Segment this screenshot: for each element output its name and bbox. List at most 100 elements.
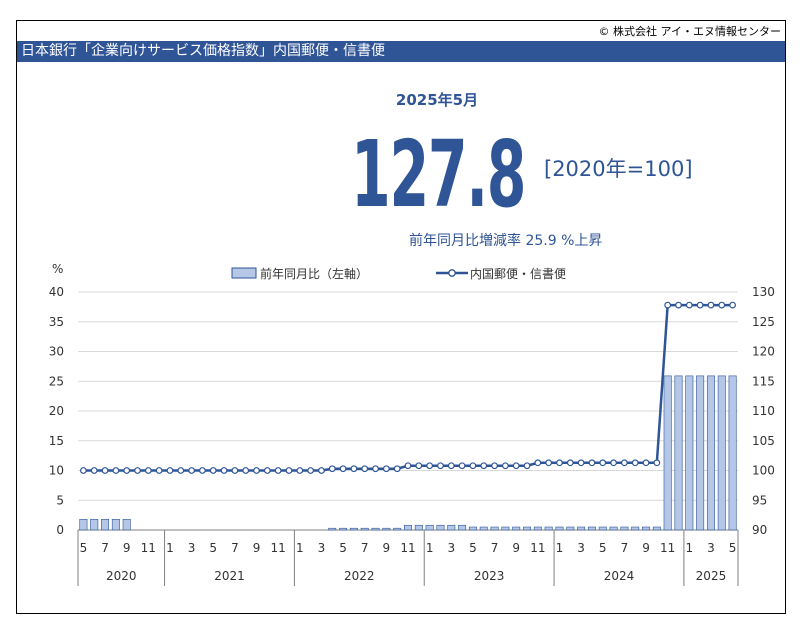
bar: [90, 518, 99, 531]
x-tick-label: 5: [209, 541, 217, 555]
bar: [490, 526, 499, 531]
line-point: [339, 465, 347, 473]
x-tick-label: 5: [729, 541, 737, 555]
bar: [598, 526, 607, 531]
bar: [371, 527, 380, 531]
line-point: [588, 459, 596, 467]
x-tick-label: 5: [80, 541, 88, 555]
bar: [685, 375, 694, 531]
line-point: [437, 462, 444, 470]
legend-line-marker: [448, 269, 456, 277]
line-point: [620, 459, 628, 467]
line-point: [491, 462, 498, 470]
x-tick-label: 9: [383, 541, 391, 555]
line-point: [144, 467, 152, 474]
line-point: [188, 467, 196, 474]
x-tick-label: 3: [188, 541, 196, 555]
bar: [587, 526, 596, 531]
year-label: 2024: [604, 569, 635, 583]
x-tick-label: 11: [141, 541, 156, 555]
line-point: [199, 467, 206, 474]
line-point: [523, 462, 531, 470]
x-tick-label: 5: [599, 541, 607, 555]
year-label: 2023: [474, 569, 505, 583]
x-tick-label: 7: [621, 541, 629, 555]
line-point: [253, 467, 260, 474]
x-tick-label: 9: [253, 541, 261, 555]
line-point: [134, 467, 141, 474]
right-tick-label: 110: [752, 404, 775, 418]
line-point: [685, 301, 693, 309]
x-tick-label: 3: [707, 541, 715, 555]
x-tick-label: 5: [469, 541, 477, 555]
x-tick-label: 1: [556, 541, 564, 555]
x-tick-label: 7: [101, 541, 109, 555]
bar: [620, 526, 629, 531]
bar: [404, 524, 412, 531]
line-point: [209, 467, 217, 474]
line-point: [361, 465, 369, 473]
legend-bar-swatch: [231, 267, 257, 279]
line-point: [90, 467, 98, 474]
line-point: [274, 467, 282, 474]
left-tick-label: 20: [49, 404, 64, 418]
x-tick-label: 3: [318, 541, 326, 555]
bar: [468, 526, 477, 531]
bar: [328, 527, 337, 531]
line-point: [80, 467, 87, 474]
x-tick-label: 11: [660, 541, 675, 555]
line-point: [231, 467, 239, 474]
line-point: [610, 459, 617, 467]
x-tick-label: 11: [400, 541, 415, 555]
bar: [663, 375, 672, 531]
year-label: 2022: [344, 569, 375, 583]
right-tick-label: 105: [752, 434, 775, 448]
x-tick-label: 3: [447, 541, 455, 555]
bar: [479, 526, 488, 531]
bar: [101, 518, 110, 531]
year-label: 2020: [106, 569, 137, 583]
line-point: [664, 301, 672, 309]
line-point: [577, 459, 585, 467]
line-point: [631, 459, 639, 467]
bar: [728, 375, 737, 531]
left-tick-label: 35: [49, 315, 64, 329]
line-point: [220, 467, 228, 474]
line-point: [707, 301, 715, 309]
right-tick-label: 120: [752, 345, 775, 359]
bar: [523, 526, 531, 531]
bar: [447, 524, 456, 531]
line-point: [480, 462, 488, 470]
legend-line-label: 内国郵便・信書便: [470, 267, 566, 281]
line-point: [642, 459, 650, 467]
bar: [349, 527, 358, 531]
right-tick-label: 90: [752, 523, 767, 537]
line-point: [328, 465, 336, 473]
bar: [577, 526, 586, 531]
line-point: [296, 467, 304, 474]
line-point: [101, 467, 109, 474]
bar: [631, 526, 640, 531]
line-point: [718, 301, 726, 309]
line-point: [318, 467, 325, 474]
bar: [717, 375, 726, 531]
line-point: [372, 465, 379, 473]
right-tick-label: 130: [752, 285, 775, 299]
line-point: [512, 462, 520, 470]
bar: [122, 518, 131, 531]
bar: [393, 527, 402, 531]
x-tick-label: 3: [577, 541, 585, 555]
line-point: [545, 459, 553, 467]
x-tick-label: 9: [512, 541, 520, 555]
line-point: [123, 467, 131, 474]
line-point: [458, 462, 466, 470]
left-tick-label: 0: [56, 523, 64, 537]
line-point: [426, 462, 434, 470]
line-point: [675, 301, 682, 309]
line-point: [469, 462, 477, 470]
bar: [111, 518, 120, 531]
line-point: [155, 467, 163, 474]
line-point: [415, 462, 423, 470]
legend-bar-label: 前年同月比（左軸）: [260, 266, 368, 281]
bar: [425, 524, 434, 531]
